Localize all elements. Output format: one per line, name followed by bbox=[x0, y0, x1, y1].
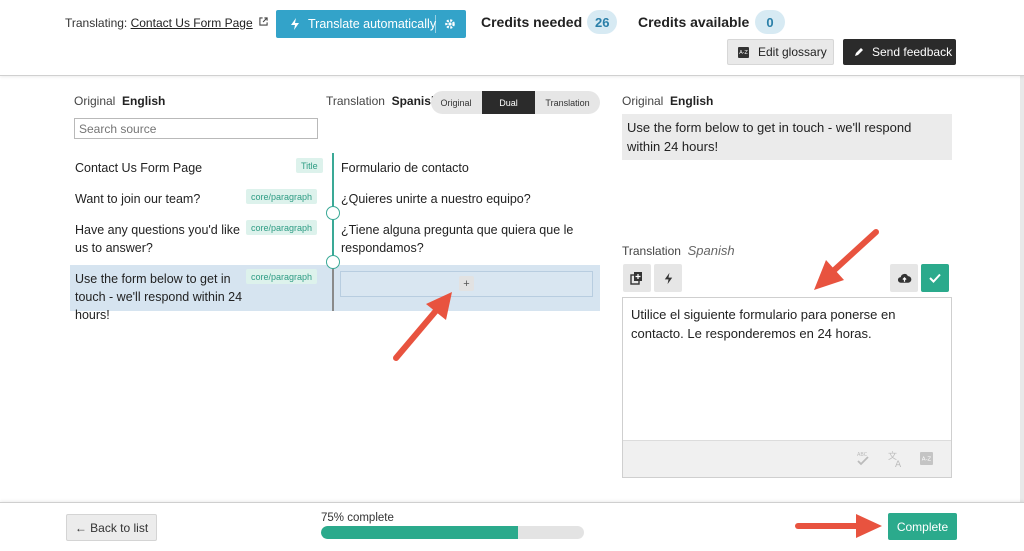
view-toggle: Original Dual Translation bbox=[431, 91, 600, 114]
edit-glossary-button[interactable]: A-Z Edit glossary bbox=[727, 39, 834, 65]
copy-icon bbox=[630, 272, 642, 285]
progress-bar bbox=[321, 526, 584, 539]
selected-connector-line bbox=[332, 265, 334, 311]
pencil-icon bbox=[855, 48, 863, 56]
left-original-lang: English bbox=[122, 94, 166, 108]
annotation-arrow bbox=[814, 229, 879, 290]
right-original-header: Original English bbox=[622, 94, 713, 108]
cloud-upload-icon bbox=[897, 273, 911, 283]
back-to-list-button[interactable]: ← Back to list bbox=[66, 514, 157, 541]
svg-text:A-Z: A-Z bbox=[922, 457, 932, 463]
view-translation-option[interactable]: Translation bbox=[535, 91, 600, 114]
row-3-tag: core/paragraph bbox=[246, 220, 318, 235]
edit-glossary-label: Edit glossary bbox=[758, 45, 827, 59]
send-feedback-button[interactable]: Send feedback bbox=[843, 39, 956, 65]
translate-automatically-button[interactable]: Translate automatically bbox=[276, 10, 466, 38]
translate-icon[interactable]: 文A bbox=[887, 450, 905, 468]
right-translation-label: Translation bbox=[622, 244, 681, 258]
bolt-icon bbox=[664, 272, 672, 284]
machine-translate-button[interactable] bbox=[654, 264, 682, 292]
page-name-link[interactable]: Contact Us Form Page bbox=[131, 16, 253, 30]
right-original-label: Original bbox=[622, 94, 664, 108]
confirm-translation-button[interactable] bbox=[921, 264, 949, 292]
source-row-4[interactable]: Use the form below to get in touch - we'… bbox=[75, 270, 250, 324]
row-2-tag: core/paragraph bbox=[246, 189, 318, 204]
search-source-input[interactable] bbox=[74, 118, 318, 139]
original-text-box: Use the form below to get in touch - we'… bbox=[622, 114, 952, 160]
top-bar: Translating: Contact Us Form Page Transl… bbox=[0, 0, 1024, 76]
translate-automatically-label: Translate automatically bbox=[308, 17, 437, 31]
source-row-3[interactable]: Have any questions you'd like us to answ… bbox=[75, 221, 250, 257]
source-row-2[interactable]: Want to join our team? bbox=[75, 190, 245, 208]
translation-editor-text[interactable]: Utilice el siguiente formulario para pon… bbox=[631, 305, 946, 343]
svg-text:ABC: ABC bbox=[857, 452, 868, 458]
progress-bar-fill bbox=[321, 526, 519, 539]
translation-row-2[interactable]: ¿Quieres unirte a nuestro equipo? bbox=[341, 190, 601, 208]
right-translation-lang: Spanish bbox=[687, 243, 735, 258]
left-translation-label: Translation bbox=[326, 94, 385, 108]
translation-row-3[interactable]: ¿Tiene alguna pregunta que quiera que le… bbox=[341, 221, 601, 257]
right-original-lang: English bbox=[670, 94, 714, 108]
copy-source-button[interactable] bbox=[623, 264, 651, 292]
credits-needed-badge: 26 bbox=[587, 10, 618, 34]
left-original-label: Original bbox=[74, 94, 116, 108]
button-separator bbox=[435, 15, 436, 33]
glossary-icon[interactable]: A-Z bbox=[919, 451, 934, 466]
glossary-icon: A-Z bbox=[738, 46, 749, 58]
view-dual-option[interactable]: Dual bbox=[482, 91, 535, 114]
view-original-option[interactable]: Original bbox=[431, 91, 481, 114]
bolt-icon bbox=[291, 18, 299, 30]
credits-available-label: Credits available bbox=[638, 14, 750, 30]
complete-button[interactable]: Complete bbox=[888, 513, 957, 540]
credits-available-badge: 0 bbox=[755, 10, 785, 34]
progress-label: 75% complete bbox=[321, 512, 394, 524]
right-translation-header: Translation Spanish bbox=[622, 243, 735, 258]
editor-footer: ABC 文A A-Z bbox=[623, 440, 951, 477]
left-original-header: Original English bbox=[74, 94, 165, 108]
upload-button[interactable] bbox=[890, 264, 918, 292]
add-translation-button[interactable]: + bbox=[459, 276, 474, 291]
send-feedback-label: Send feedback bbox=[872, 45, 953, 59]
svg-text:A: A bbox=[895, 460, 902, 468]
window-edge bbox=[1020, 0, 1024, 551]
checkmark-icon bbox=[929, 273, 941, 283]
svg-text:A-Z: A-Z bbox=[739, 50, 748, 56]
left-translation-header: Translation Spanish bbox=[326, 94, 438, 108]
row-4-tag: core/paragraph bbox=[246, 269, 318, 284]
translating-info: Translating: Contact Us Form Page bbox=[65, 16, 268, 30]
translation-row-1[interactable]: Formulario de contacto bbox=[341, 159, 601, 177]
source-row-1[interactable]: Contact Us Form Page bbox=[75, 159, 295, 177]
external-link-icon[interactable] bbox=[259, 17, 268, 26]
annotation-arrow bbox=[795, 514, 882, 538]
spellcheck-icon[interactable]: ABC bbox=[855, 450, 873, 468]
annotation-arrow bbox=[393, 292, 452, 361]
credits-needed-label: Credits needed bbox=[481, 14, 583, 30]
gear-icon[interactable] bbox=[444, 18, 456, 30]
link-icon[interactable] bbox=[326, 255, 340, 269]
link-icon[interactable] bbox=[326, 206, 340, 220]
translating-label: Translating: bbox=[65, 16, 128, 30]
row-1-tag: Title bbox=[296, 158, 323, 173]
